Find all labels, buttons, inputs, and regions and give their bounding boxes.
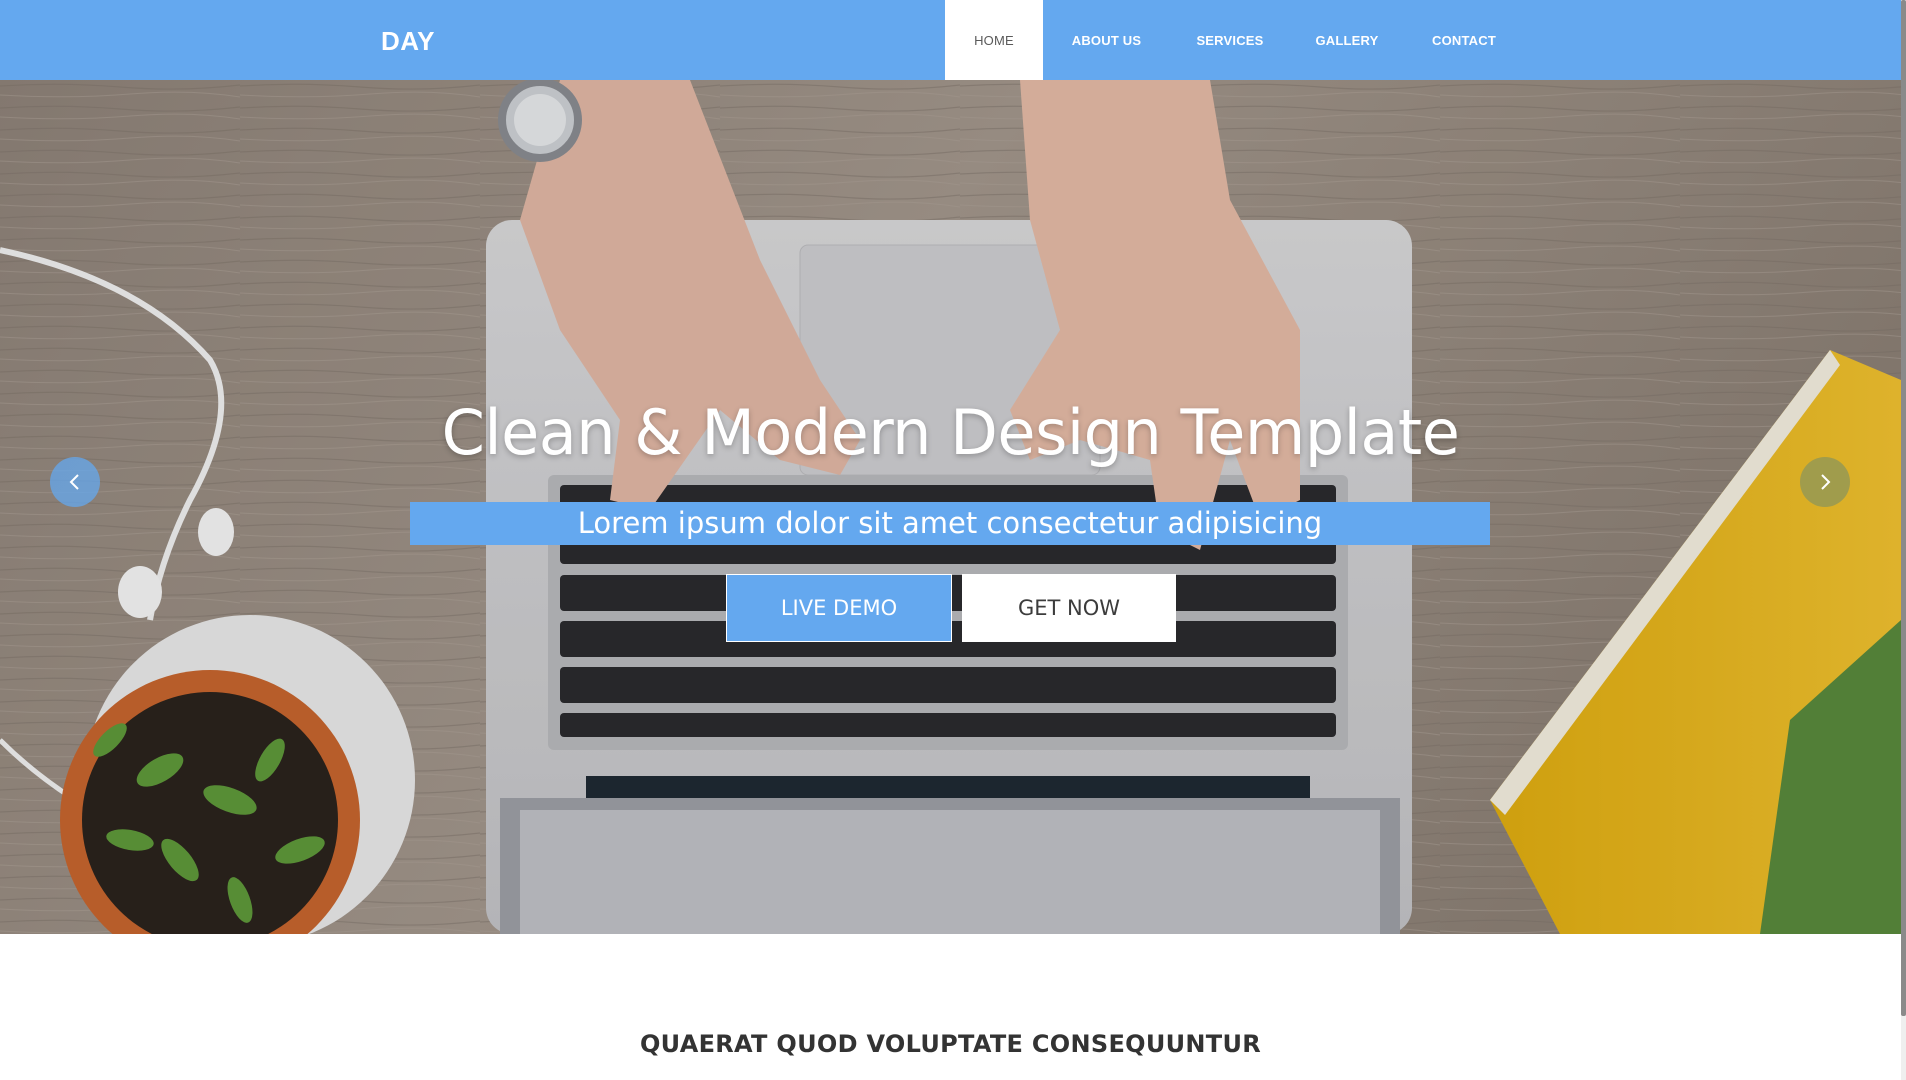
chevron-left-icon (69, 474, 79, 490)
scrollbar-thumb[interactable] (1901, 0, 1906, 1016)
hero-subtitle-band: Lorem ipsum dolor sit amet consectetur a… (410, 502, 1490, 545)
section-heading: QUAERAT QUOD VOLUPTATE CONSEQUUNTUR (639, 1030, 1262, 1058)
nav-item-contact[interactable]: CONTACT (1404, 0, 1524, 80)
carousel-prev-button[interactable] (50, 457, 100, 507)
nav-item-home[interactable]: HOME (945, 0, 1043, 80)
nav-item-gallery[interactable]: GALLERY (1290, 0, 1404, 80)
page: DAY HOME ABOUT US SERVICES GALLERY CONTA… (0, 0, 1906, 1080)
hero-carousel: Clean & Modern Design Template Lorem ips… (0, 80, 1901, 934)
get-now-button[interactable]: GET NOW (962, 574, 1176, 642)
nav-item-about-us[interactable]: ABOUT US (1043, 0, 1170, 80)
brand-logo[interactable]: DAY (381, 26, 435, 57)
nav-item-services[interactable]: SERVICES (1170, 0, 1290, 80)
hero-subtitle: Lorem ipsum dolor sit amet consectetur a… (577, 506, 1323, 540)
live-demo-button[interactable]: LIVE DEMO (726, 574, 952, 642)
navbar: DAY HOME ABOUT US SERVICES GALLERY CONTA… (0, 0, 1901, 80)
vertical-scrollbar[interactable] (1901, 0, 1906, 1080)
carousel-next-button[interactable] (1800, 457, 1850, 507)
chevron-right-icon (1821, 474, 1831, 490)
main-nav: HOME ABOUT US SERVICES GALLERY CONTACT (945, 0, 1524, 80)
hero-title: Clean & Modern Design Template (441, 396, 1460, 469)
